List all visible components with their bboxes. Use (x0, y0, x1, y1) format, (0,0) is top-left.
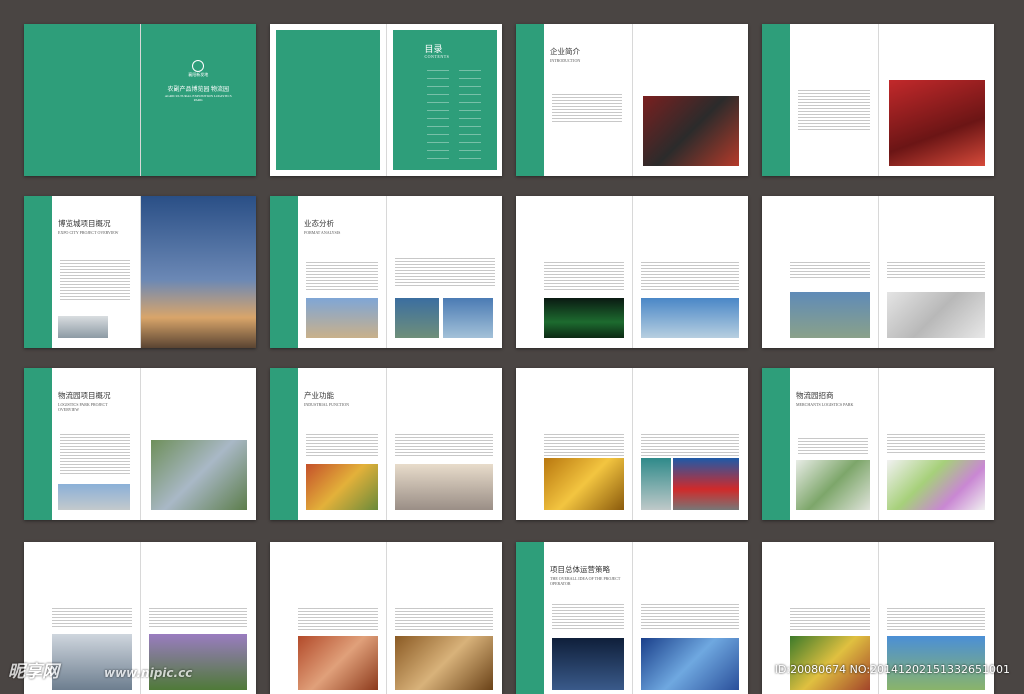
page-title: 项目总体运营策略 (550, 565, 610, 574)
toc-left-page (270, 24, 387, 176)
spread-intro-2 (762, 24, 994, 176)
page-subtitle: LOGISTICS PARK PROJECT OVERVIEW (58, 402, 108, 412)
operations-right-page (632, 542, 748, 694)
format-left-page: 业态分析 FORMAT ANALYSIS (270, 196, 387, 348)
page-subtitle: EXPO CITY PROJECT OVERVIEW (58, 230, 119, 235)
spread-introduction: 企业简介 INTRODUCTION (516, 24, 748, 176)
intro-left-page: 企业简介 INTRODUCTION (516, 24, 633, 176)
operations-left-page: 项目总体运营策略 THE OVERALL IDEA OF THE PROJECT… (516, 542, 633, 694)
brand-name: 襄阳新发地 (188, 72, 209, 77)
merchants-right-page (878, 368, 994, 520)
page-subtitle: INDUSTRIAL FUNCTION (304, 402, 350, 407)
cover-back-page (24, 24, 141, 176)
spread-plan-view (762, 196, 994, 348)
page-subtitle: THE OVERALL IDEA OF THE PROJECT OPERATOR (550, 576, 621, 586)
watermark-logo: 昵享网 (8, 662, 59, 682)
logistics-right-page (140, 368, 256, 520)
expo-left-page: 博览城项目概况 EXPO CITY PROJECT OVERVIEW (24, 196, 141, 348)
spread-cover: 襄阳新发地 农副产品博览园 物流园 AGRICULTURAL EXPOSITIO… (24, 24, 256, 176)
plan-right-page (878, 196, 994, 348)
logistics-left-page: 物流园项目概况 LOGISTICS PARK PROJECT OVERVIEW (24, 368, 141, 520)
spread-expo-city: 博览城项目概况 EXPO CITY PROJECT OVERVIEW (24, 196, 256, 348)
cover-front-page: 襄阳新发地 农副产品博览园 物流园 AGRICULTURAL EXPOSITIO… (140, 24, 256, 176)
watermark-id: ID:20080674 NO:20141202151332651001 (774, 663, 1010, 676)
page-title: 业态分析 (304, 219, 334, 228)
spread-industrial-function: 产业功能 INDUSTRIAL FUNCTION (270, 368, 502, 520)
spread-operations-strategy: 项目总体运营策略 THE OVERALL IDEA OF THE PROJECT… (516, 542, 748, 694)
page-title: 产业功能 (304, 391, 334, 400)
brand-logo-icon (192, 60, 205, 72)
cover-title: 农副产品博览园 物流园 (167, 87, 229, 93)
intro-right-page (632, 24, 748, 176)
finance-right-page (632, 368, 748, 520)
toc-title-en: CONTENTS (424, 54, 450, 59)
industrial-left-page: 产业功能 INDUSTRIAL FUNCTION (270, 368, 387, 520)
spread-format-analysis: 业态分析 FORMAT ANALYSIS (270, 196, 502, 348)
merchants-left-page: 物流园招商 MERCHANTS LOGISTICS PARK (762, 368, 879, 520)
watermark-url: www.nipic.cc (104, 666, 193, 680)
page-title: 企业简介 (550, 47, 580, 56)
page-title: 博览城项目概况 (58, 219, 111, 228)
page-subtitle: MERCHANTS LOGISTICS PARK (796, 402, 854, 407)
format-right-page (386, 196, 502, 348)
page-title: 物流园招商 (796, 391, 834, 400)
spread-merchants: 物流园招商 MERCHANTS LOGISTICS PARK (762, 368, 994, 520)
toc-right-page: 目录 CONTENTS (386, 24, 502, 176)
spread-row4-b (270, 542, 502, 694)
night-right-page (632, 196, 748, 348)
spread-night-view (516, 196, 748, 348)
intro2-right-page (878, 24, 994, 176)
spread-contents: 目录 CONTENTS (270, 24, 502, 176)
expo-right-page (140, 196, 256, 348)
finance-left-page (516, 368, 633, 520)
plan-left-page (762, 196, 879, 348)
cover-subtitle: AGRICULTURAL EXPOSITION LOGISTICS PARK (164, 94, 232, 102)
page-title: 物流园项目概况 (58, 391, 111, 400)
night-left-page (516, 196, 633, 348)
row4b-right-page (386, 542, 502, 694)
intro2-left-page (762, 24, 879, 176)
spread-logistics-park: 物流园项目概况 LOGISTICS PARK PROJECT OVERVIEW (24, 368, 256, 520)
industrial-right-page (386, 368, 502, 520)
page-subtitle: INTRODUCTION (550, 58, 581, 63)
page-subtitle: FORMAT ANALYSIS (304, 230, 341, 235)
spread-finance-logistics (516, 368, 748, 520)
row4b-left-page (270, 542, 387, 694)
